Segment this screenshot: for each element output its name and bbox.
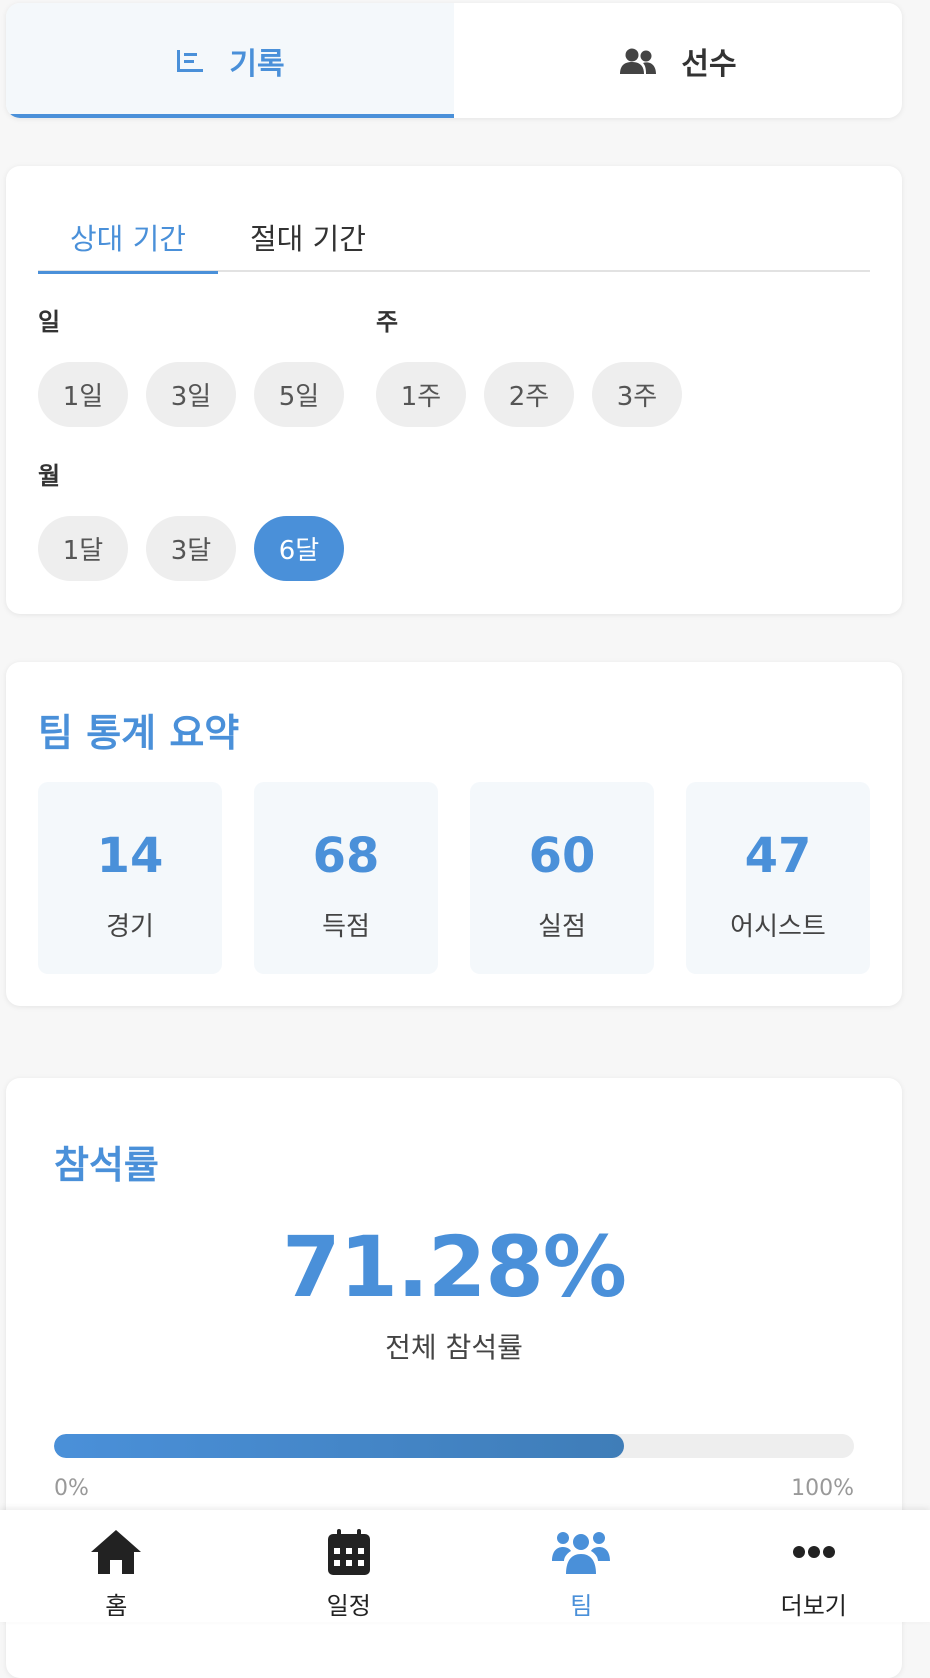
period-type-tabs: 상대 기간 절대 기간 (38, 206, 870, 272)
nav-more-label: 더보기 (781, 1586, 847, 1621)
tab-players-label: 선수 (681, 39, 736, 83)
progress-min-label: 0% (54, 1476, 89, 1501)
week-group-label: 주 (376, 302, 398, 337)
nav-team-label: 팀 (570, 1586, 592, 1621)
progress-max-label: 100% (791, 1476, 854, 1501)
stat-card-games: 14 경기 (38, 782, 222, 974)
period-filter-card: 상대 기간 절대 기간 일 1일 3일 5일 주 1주 2주 3주 월 1달 3… (6, 166, 902, 614)
stat-label: 경기 (38, 906, 222, 943)
stat-card-conceded: 60 실점 (470, 782, 654, 974)
nav-schedule-label: 일정 (327, 1586, 371, 1621)
summary-title: 팀 통계 요약 (38, 702, 239, 757)
nav-team[interactable]: 팀 (465, 1510, 698, 1622)
stat-card-assists: 47 어시스트 (686, 782, 870, 974)
tab-relative-period[interactable]: 상대 기간 (38, 206, 218, 272)
attendance-rate-label: 전체 참석률 (6, 1326, 902, 1366)
stat-value: 14 (38, 828, 222, 884)
period-option-3-month[interactable]: 3달 (146, 516, 236, 581)
team-icon (551, 1524, 611, 1580)
tab-records[interactable]: 기록 (6, 3, 454, 118)
nav-home-label: 홈 (105, 1586, 127, 1621)
top-tab-bar: 기록 선수 (6, 3, 902, 118)
period-option-1-day[interactable]: 1일 (38, 362, 128, 427)
period-option-5-day[interactable]: 5일 (254, 362, 344, 427)
bar-chart-icon (175, 48, 205, 74)
tab-records-label: 기록 (229, 39, 284, 83)
users-icon (619, 47, 657, 75)
home-icon (89, 1524, 143, 1580)
tab-absolute-period[interactable]: 절대 기간 (218, 206, 398, 272)
nav-home[interactable]: 홈 (0, 1510, 233, 1622)
attendance-progress-fill (54, 1434, 624, 1458)
stat-value: 47 (686, 828, 870, 884)
stat-label: 실점 (470, 906, 654, 943)
nav-more[interactable]: 더보기 (698, 1510, 930, 1622)
team-stats-summary-card: 팀 통계 요약 14 경기 68 득점 60 실점 47 어시스트 (6, 662, 902, 1006)
period-option-3-week[interactable]: 3주 (592, 362, 682, 427)
bottom-navigation: 홈 일정 (0, 1510, 930, 1622)
stat-card-goals: 68 득점 (254, 782, 438, 974)
period-option-1-week[interactable]: 1주 (376, 362, 466, 427)
attendance-rate: 71.28% (6, 1218, 902, 1316)
attendance-title: 참석률 (54, 1134, 159, 1189)
period-option-1-month[interactable]: 1달 (38, 516, 128, 581)
nav-schedule[interactable]: 일정 (233, 1510, 466, 1622)
period-option-2-week[interactable]: 2주 (484, 362, 574, 427)
more-icon (792, 1524, 836, 1580)
stat-value: 68 (254, 828, 438, 884)
month-group-label: 월 (38, 456, 60, 491)
period-option-3-day[interactable]: 3일 (146, 362, 236, 427)
attendance-progress-bar (54, 1434, 854, 1458)
period-option-6-month[interactable]: 6달 (254, 516, 344, 581)
tab-players[interactable]: 선수 (454, 3, 902, 118)
calendar-icon (327, 1524, 371, 1580)
stat-label: 득점 (254, 906, 438, 943)
stat-label: 어시스트 (686, 906, 870, 943)
day-group-label: 일 (38, 302, 60, 337)
stat-value: 60 (470, 828, 654, 884)
